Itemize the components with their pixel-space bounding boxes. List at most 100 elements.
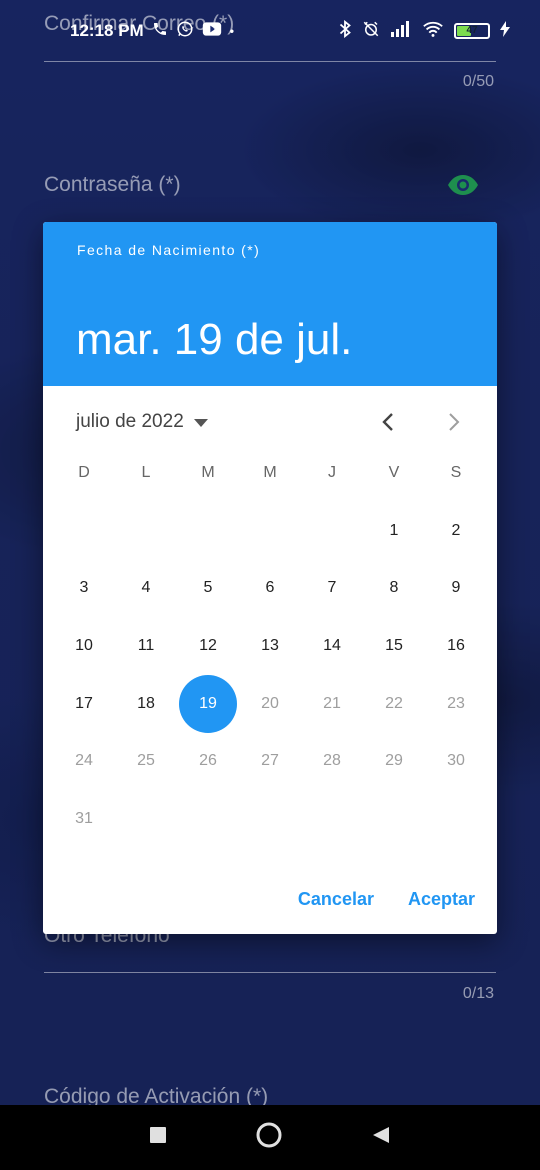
- calendar-day-label: 4: [141, 579, 151, 597]
- calendar-day[interactable]: 3: [53, 560, 115, 618]
- calendar-day[interactable]: 13: [239, 617, 301, 675]
- other-phone-counter: 0/13: [462, 985, 494, 1002]
- calendar-day[interactable]: 12: [177, 617, 239, 675]
- calendar-day[interactable]: 8: [363, 560, 425, 618]
- calendar-day[interactable]: 2: [425, 502, 487, 560]
- calendar-day-label: 23: [447, 694, 465, 712]
- calendar-day[interactable]: 4: [115, 560, 177, 618]
- previous-month-button[interactable]: [375, 409, 401, 435]
- calendar-day-label: 25: [137, 752, 155, 770]
- calendar-day-label: 15: [385, 636, 403, 654]
- confirm-email-label: Confirmar Correo (*): [44, 12, 235, 35]
- calendar-grid: D L M M J V S 1 2 3 4 5 6 7 8 9 10 11 12 13 14 15 16 17 18 19 20 21…: [53, 458, 487, 848]
- calendar-day-label: 21: [323, 694, 341, 712]
- calendar-day-label: 6: [265, 579, 275, 597]
- calendar-day-disabled: 26: [177, 732, 239, 790]
- month-nav-buttons: [375, 409, 467, 435]
- calendar-day-label: 22: [385, 694, 403, 712]
- calendar-day-label: 31: [75, 809, 93, 827]
- calendar-empty-cell: [177, 502, 239, 560]
- calendar-day-disabled: 31: [53, 790, 115, 848]
- calendar-day-disabled: 27: [239, 732, 301, 790]
- month-year-label: julio de 2022: [76, 411, 184, 432]
- weekday-label: V: [388, 464, 400, 481]
- calendar-empty-cell: [177, 790, 239, 848]
- calendar-day-label: 5: [203, 579, 213, 597]
- calendar-day[interactable]: 18: [115, 675, 177, 733]
- calendar-day-selected[interactable]: 19: [177, 675, 239, 733]
- calendar-empty-cell: [363, 790, 425, 848]
- calendar-day[interactable]: 14: [301, 617, 363, 675]
- calendar-day-label: 10: [75, 636, 93, 654]
- wifi-icon: [422, 20, 444, 43]
- calendar-day[interactable]: 9: [425, 560, 487, 618]
- calendar-day-label: 17: [75, 694, 93, 712]
- weekday-label: M: [263, 464, 277, 481]
- calendar-day-label: 18: [137, 694, 155, 712]
- calendar-empty-cell: [425, 790, 487, 848]
- calendar-week-row: 3 4 5 6 7 8 9: [53, 560, 487, 618]
- calendar-day[interactable]: 5: [177, 560, 239, 618]
- calendar-day-disabled: 24: [53, 732, 115, 790]
- calendar-empty-cell: [115, 790, 177, 848]
- weekday-label: D: [78, 464, 90, 481]
- calendar-day[interactable]: 11: [115, 617, 177, 675]
- calendar-day-label: 8: [389, 579, 399, 597]
- calendar-day-disabled: 23: [425, 675, 487, 733]
- confirm-email-underline: [44, 61, 496, 62]
- back-button[interactable]: [372, 1126, 390, 1149]
- chevron-left-icon: [382, 413, 393, 431]
- cancel-button[interactable]: Cancelar: [298, 889, 374, 910]
- calendar-day[interactable]: 1: [363, 502, 425, 560]
- calendar-day[interactable]: 15: [363, 617, 425, 675]
- month-year-selector[interactable]: julio de 2022: [76, 411, 208, 433]
- calendar-day-label: 1: [389, 521, 399, 539]
- calendar-week-row: 10 11 12 13 14 15 16: [53, 617, 487, 675]
- calendar-day-label: 12: [199, 636, 217, 654]
- calendar-week-row: 12: [53, 502, 487, 560]
- calendar-day-disabled: 28: [301, 732, 363, 790]
- eye-icon[interactable]: [447, 174, 479, 201]
- signal-icon: [390, 20, 412, 42]
- calendar-day[interactable]: 16: [425, 617, 487, 675]
- confirm-email-counter: 0/50: [462, 73, 494, 90]
- calendar-week-row: 17 18 19 20 21 22 23: [53, 675, 487, 733]
- alarm-off-icon: [362, 20, 380, 43]
- circle-icon: [256, 1122, 282, 1148]
- calendar-day[interactable]: 10: [53, 617, 115, 675]
- calendar-day-label: 28: [323, 752, 341, 770]
- weekday-label: J: [328, 464, 336, 481]
- calendar-day[interactable]: 17: [53, 675, 115, 733]
- next-month-button[interactable]: [441, 409, 467, 435]
- accept-button[interactable]: Aceptar: [408, 889, 475, 910]
- calendar-day[interactable]: 7: [301, 560, 363, 618]
- month-navigation: julio de 2022: [76, 400, 467, 444]
- weekday-label: M: [201, 464, 215, 481]
- calendar-day-disabled: 30: [425, 732, 487, 790]
- calendar-empty-cell: [115, 502, 177, 560]
- calendar-day-disabled: 22: [363, 675, 425, 733]
- home-button[interactable]: [256, 1122, 282, 1153]
- calendar-day-label: 2: [451, 521, 461, 539]
- weekday-label: S: [450, 464, 462, 481]
- battery-level: 47: [466, 25, 478, 36]
- recents-button[interactable]: [150, 1127, 166, 1148]
- calendar-day-disabled: 21: [301, 675, 363, 733]
- square-icon: [150, 1127, 166, 1143]
- calendar-day-label: 24: [75, 752, 93, 770]
- system-navigation-bar: [0, 1105, 540, 1170]
- calendar-week-row: 24 25 26 27 28 29 30: [53, 732, 487, 790]
- calendar-day-label: 11: [137, 636, 155, 654]
- calendar-day-label: 20: [261, 694, 279, 712]
- selected-date-display[interactable]: mar. 19 de jul.: [76, 314, 352, 366]
- calendar-day[interactable]: 6: [239, 560, 301, 618]
- status-right: 47: [338, 19, 510, 43]
- calendar-day-disabled: 25: [115, 732, 177, 790]
- other-phone-underline: [44, 972, 496, 973]
- calendar-day-label: 14: [323, 636, 341, 654]
- calendar-day-label: 3: [79, 579, 89, 597]
- password-label: Contraseña (*): [44, 173, 181, 196]
- calendar-empty-cell: [301, 502, 363, 560]
- calendar-empty-cell: [239, 790, 301, 848]
- calendar-day-label: 19: [199, 694, 217, 712]
